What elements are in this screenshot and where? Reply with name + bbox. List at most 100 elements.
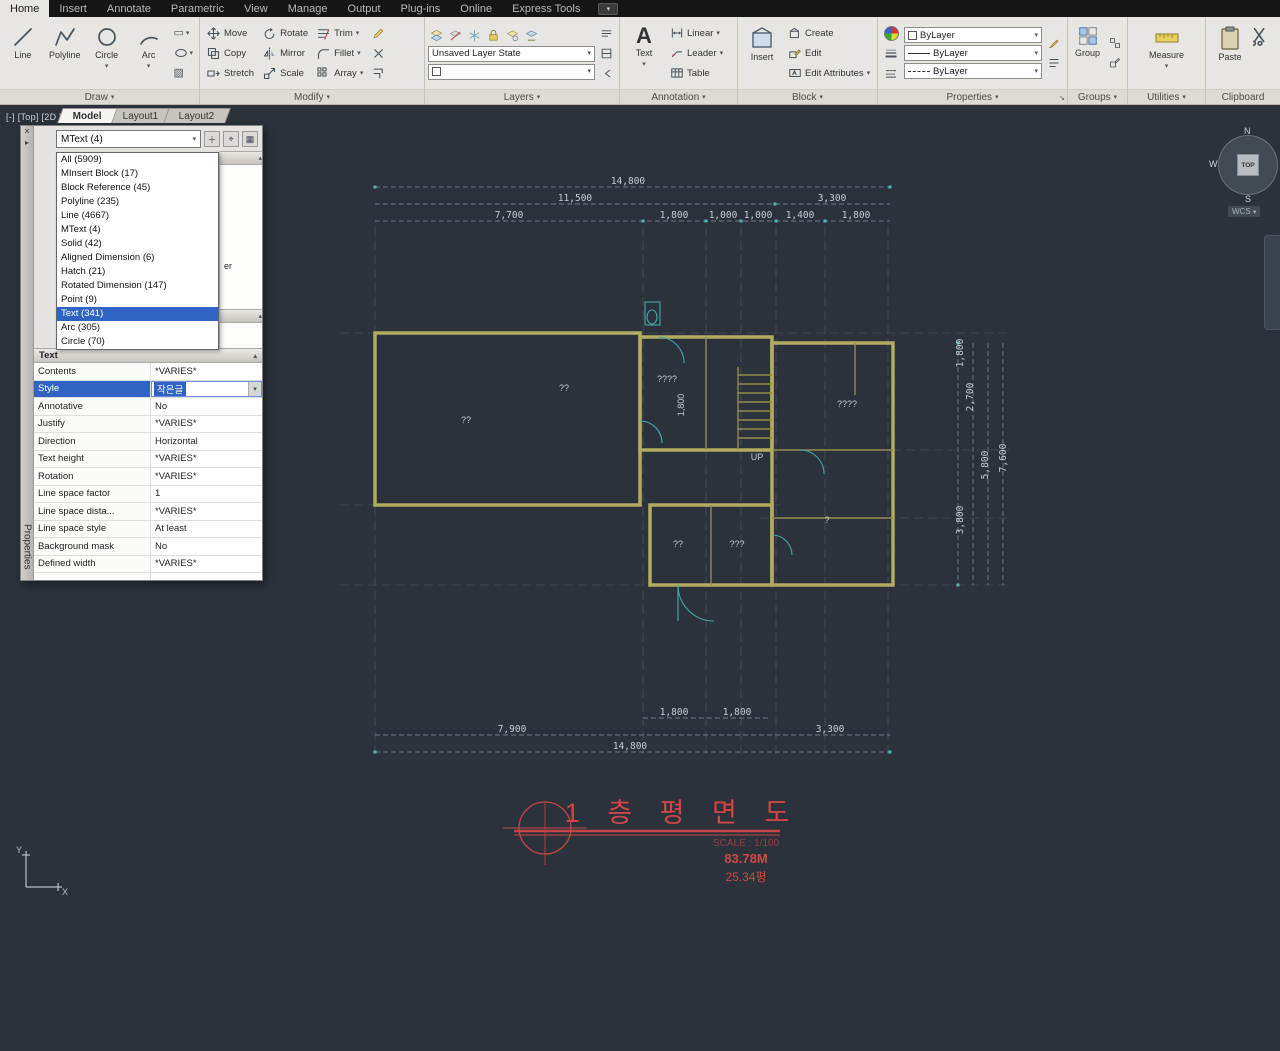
dropdown-item[interactable]: Polyline (235) (57, 195, 218, 209)
ungroup-button[interactable] (1107, 35, 1123, 52)
palette-titlebar[interactable]: ✕ ▸ Properties (21, 126, 34, 580)
dropdown-item[interactable]: Point (9) (57, 293, 218, 307)
property-value[interactable]: *VARIES* (151, 416, 262, 433)
property-row-text-height[interactable]: Text height*VARIES* (34, 451, 262, 469)
insert-block-button[interactable]: Insert (741, 20, 783, 86)
pickadd-toggle-button[interactable]: ＋ (204, 131, 220, 147)
property-value[interactable]: *VARIES* (151, 363, 262, 380)
circle-tool-button[interactable]: Circle ▾ (87, 20, 127, 86)
linetype-button[interactable] (882, 65, 901, 82)
property-value[interactable]: *VARIES* (151, 451, 262, 468)
layer-lock-button[interactable] (485, 27, 502, 44)
layer-select-combo[interactable]: ▾ (428, 64, 595, 80)
lineweight-button[interactable] (882, 45, 901, 62)
tab-plugins[interactable]: Plug-ins (391, 0, 451, 17)
properties-dialog-launcher-icon[interactable]: ↘ (1059, 94, 1065, 102)
text-section-header[interactable]: Text ▴ (34, 348, 262, 363)
property-value[interactable]: *VARIES* (151, 556, 262, 573)
text-section-collapse-icon[interactable]: ▴ (253, 352, 257, 360)
navigation-bar[interactable] (1264, 235, 1280, 330)
edit-attributes-button[interactable]: Edit Attributes▾ (785, 63, 873, 83)
polyline-tool-button[interactable]: Polyline (45, 20, 85, 86)
panel-label-clipboard[interactable]: Clipboard (1206, 89, 1280, 104)
ellipse-tool-button[interactable]: ▾ (172, 45, 196, 62)
paste-button[interactable]: Paste (1209, 20, 1251, 86)
properties-list-button[interactable] (1045, 55, 1063, 72)
panel-label-draw[interactable]: Draw▾ (0, 89, 199, 104)
tab-annotate[interactable]: Annotate (97, 0, 161, 17)
tab-express-tools[interactable]: Express Tools (502, 0, 590, 17)
property-value-combo[interactable]: 작은글▾ (151, 381, 262, 398)
property-value[interactable]: *VARIES* (151, 503, 262, 520)
panel-label-properties[interactable]: Properties▾↘ (878, 89, 1067, 104)
walls[interactable] (375, 333, 893, 585)
layer-state-combo[interactable]: Unsaved Layer State▾ (428, 46, 595, 62)
style-combo-chevron-icon[interactable]: ▾ (248, 382, 261, 397)
dropdown-item[interactable]: Rotated Dimension (147) (57, 279, 218, 293)
group-edit-button[interactable] (1107, 55, 1123, 72)
layer-freeze-all-button[interactable] (598, 45, 615, 62)
palette-autohide-icon[interactable]: ▸ (25, 139, 29, 147)
property-row-background-mask[interactable]: Background maskNo (34, 538, 262, 556)
table-button[interactable]: Table (667, 63, 726, 83)
explode-tool-button[interactable] (369, 45, 388, 62)
viewcube-south-label[interactable]: S (1245, 194, 1251, 204)
measure-button[interactable]: Measure ▾ (1141, 20, 1193, 86)
tab-model[interactable]: Model (57, 108, 117, 123)
layer-match-button[interactable] (523, 27, 540, 44)
tab-online[interactable]: Online (450, 0, 502, 17)
create-block-button[interactable]: Create (785, 23, 873, 43)
panel-label-annotation[interactable]: Annotation▾ (620, 89, 737, 104)
array-flyout-chevron-icon[interactable]: ▾ (360, 70, 364, 77)
rectangle-tool-button[interactable]: ▭▾ (172, 25, 196, 42)
layer-previous-button[interactable] (598, 65, 615, 82)
dropdown-item[interactable]: Line (4667) (57, 209, 218, 223)
layer-freeze-button[interactable] (466, 27, 483, 44)
property-row-annotative[interactable]: AnnotativeNo (34, 398, 262, 416)
dropdown-item-selected[interactable]: Text (341) (57, 307, 218, 321)
property-row-line-space-factor[interactable]: Line space factor1 (34, 486, 262, 504)
doors-and-fixtures[interactable] (640, 302, 824, 621)
text-tool-button[interactable]: A Text ▾ (623, 20, 665, 86)
match-properties-button[interactable] (1045, 35, 1063, 52)
viewcube-north-label[interactable]: N (1244, 126, 1251, 136)
section-header-partial[interactable]: ▴ (220, 151, 262, 165)
layer-walk-button[interactable] (598, 25, 615, 42)
mirror-tool-button[interactable]: Mirror (259, 43, 311, 63)
fillet-tool-button[interactable]: Fillet▾ (313, 43, 366, 63)
ribbon-options-icon[interactable]: ▾ (598, 3, 618, 15)
erase-tool-button[interactable] (369, 25, 388, 42)
tab-insert[interactable]: Insert (49, 0, 97, 17)
property-value[interactable]: No (151, 398, 262, 415)
property-value[interactable]: Horizontal (151, 433, 262, 450)
layer-isolate-button[interactable] (504, 27, 521, 44)
object-color-combo[interactable]: ByLayer▾ (904, 27, 1042, 43)
linear-dimension-button[interactable]: Linear▾ (667, 23, 726, 43)
leader-button[interactable]: Leader▾ (667, 43, 726, 63)
palette-close-icon[interactable]: ✕ (24, 128, 31, 136)
measure-flyout-chevron-icon[interactable]: ▾ (1165, 63, 1169, 70)
section-header-partial[interactable]: ▴ (220, 309, 262, 323)
dropdown-item[interactable]: MText (4) (57, 223, 218, 237)
dropdown-item[interactable]: Solid (42) (57, 237, 218, 251)
line-tool-button[interactable]: Line (3, 20, 43, 86)
property-row-justify[interactable]: Justify*VARIES* (34, 416, 262, 434)
array-tool-button[interactable]: Array▾ (313, 63, 366, 83)
panel-label-utilities[interactable]: Utilities▾ (1128, 89, 1205, 104)
move-tool-button[interactable]: Move (203, 23, 257, 43)
trim-tool-button[interactable]: Trim▾ (313, 23, 366, 43)
rotate-tool-button[interactable]: Rotate (259, 23, 311, 43)
property-row-contents[interactable]: Contents*VARIES* (34, 363, 262, 381)
tab-layout2[interactable]: Layout2 (164, 108, 231, 123)
linetype-combo[interactable]: ByLayer▾ (904, 63, 1042, 79)
panel-label-layers[interactable]: Layers▾ (425, 89, 619, 104)
panel-label-modify[interactable]: Modify▾ (200, 89, 424, 104)
property-value[interactable]: At least (151, 521, 262, 538)
tab-output[interactable]: Output (338, 0, 391, 17)
dropdown-item[interactable]: Hatch (21) (57, 265, 218, 279)
tab-view[interactable]: View (234, 0, 278, 17)
property-row-direction[interactable]: DirectionHorizontal (34, 433, 262, 451)
dropdown-item[interactable]: MInsert Block (17) (57, 167, 218, 181)
tab-parametric[interactable]: Parametric (161, 0, 234, 17)
viewcube-wcs-menu[interactable]: WCS ▾ (1228, 206, 1260, 217)
